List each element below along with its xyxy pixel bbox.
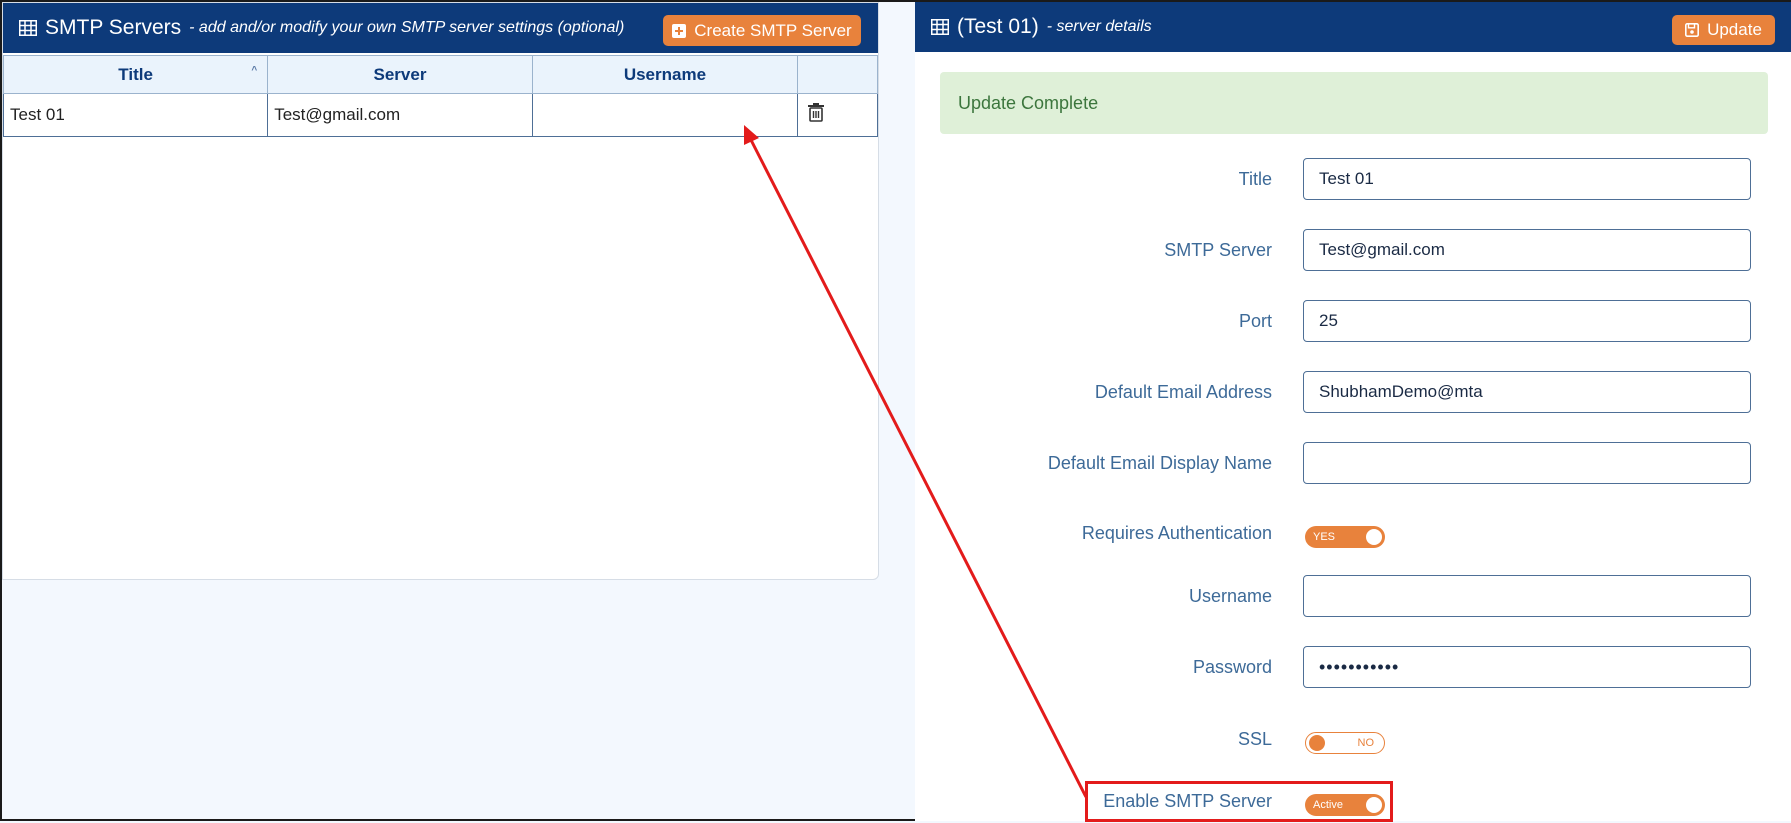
update-button[interactable]: Update: [1672, 15, 1775, 45]
requires-auth-label: Requires Authentication: [1081, 523, 1272, 543]
cell-server[interactable]: Test@gmail.com: [267, 93, 533, 137]
trash-icon[interactable]: [808, 103, 825, 127]
port-input[interactable]: 25: [1303, 300, 1751, 342]
sort-caret-icon[interactable]: ^: [251, 65, 257, 76]
table-icon: [931, 19, 949, 35]
smtp-servers-panel: SMTP Servers - add and/or modify your ow…: [2, 2, 879, 580]
panel-title: SMTP Servers: [45, 16, 182, 39]
ssl-toggle[interactable]: NO: [1305, 732, 1385, 754]
port-label: Port: [1238, 311, 1272, 331]
cell-title[interactable]: Test 01: [3, 93, 269, 137]
table-header-row: Title ^ Server Username: [3, 55, 878, 94]
display-name-input[interactable]: [1303, 442, 1751, 484]
default-email-label: Default Email Address: [1094, 382, 1272, 402]
username-input[interactable]: [1303, 575, 1751, 617]
title-label: Title: [1238, 169, 1272, 189]
display-name-label: Default Email Display Name: [1047, 453, 1272, 473]
requires-auth-toggle[interactable]: YES: [1305, 526, 1385, 548]
panel-subtitle: - add and/or modify your own SMTP server…: [189, 19, 625, 36]
table-row[interactable]: Test 01 Test@gmail.com: [3, 93, 878, 137]
update-label: Update: [1707, 20, 1762, 39]
details-subtitle: - server details: [1046, 18, 1152, 35]
toggle-knob: [1309, 735, 1325, 751]
smtp-servers-table: Title ^ Server Username Test 01 Test@gmai…: [3, 55, 878, 137]
column-header-title[interactable]: Title ^: [3, 55, 269, 94]
password-label: Password: [1192, 657, 1272, 677]
annotation-highlight-box: [1085, 781, 1393, 822]
plus-square-icon: [672, 23, 687, 38]
column-header-actions: [797, 55, 878, 94]
smtp-server-label: SMTP Server: [1164, 240, 1272, 260]
table-icon: [19, 20, 37, 36]
cell-username[interactable]: [531, 93, 799, 137]
update-complete-alert: Update Complete: [940, 72, 1768, 134]
server-details-panel: (Test 01) - server details Update Update…: [915, 2, 1791, 821]
username-label: Username: [1188, 586, 1272, 606]
default-email-input[interactable]: ShubhamDemo@mta: [1303, 371, 1751, 413]
details-title: (Test 01): [957, 15, 1039, 38]
save-icon: [1685, 23, 1700, 37]
ssl-state: NO: [1357, 737, 1375, 749]
toggle-knob: [1366, 529, 1382, 545]
ssl-label: SSL: [1237, 729, 1272, 749]
column-header-server[interactable]: Server: [267, 55, 533, 94]
title-input[interactable]: Test 01: [1303, 158, 1751, 200]
column-header-username[interactable]: Username: [531, 55, 799, 94]
requires-auth-state: YES: [1313, 531, 1336, 543]
password-input[interactable]: •••••••••••: [1303, 646, 1751, 688]
create-smtp-server-label: Create SMTP Server: [694, 20, 852, 40]
smtp-server-input[interactable]: Test@gmail.com: [1303, 229, 1751, 271]
create-smtp-server-button[interactable]: Create SMTP Server: [663, 15, 861, 46]
server-details-header: (Test 01) - server details: [915, 2, 1791, 52]
cell-actions: [797, 93, 878, 137]
